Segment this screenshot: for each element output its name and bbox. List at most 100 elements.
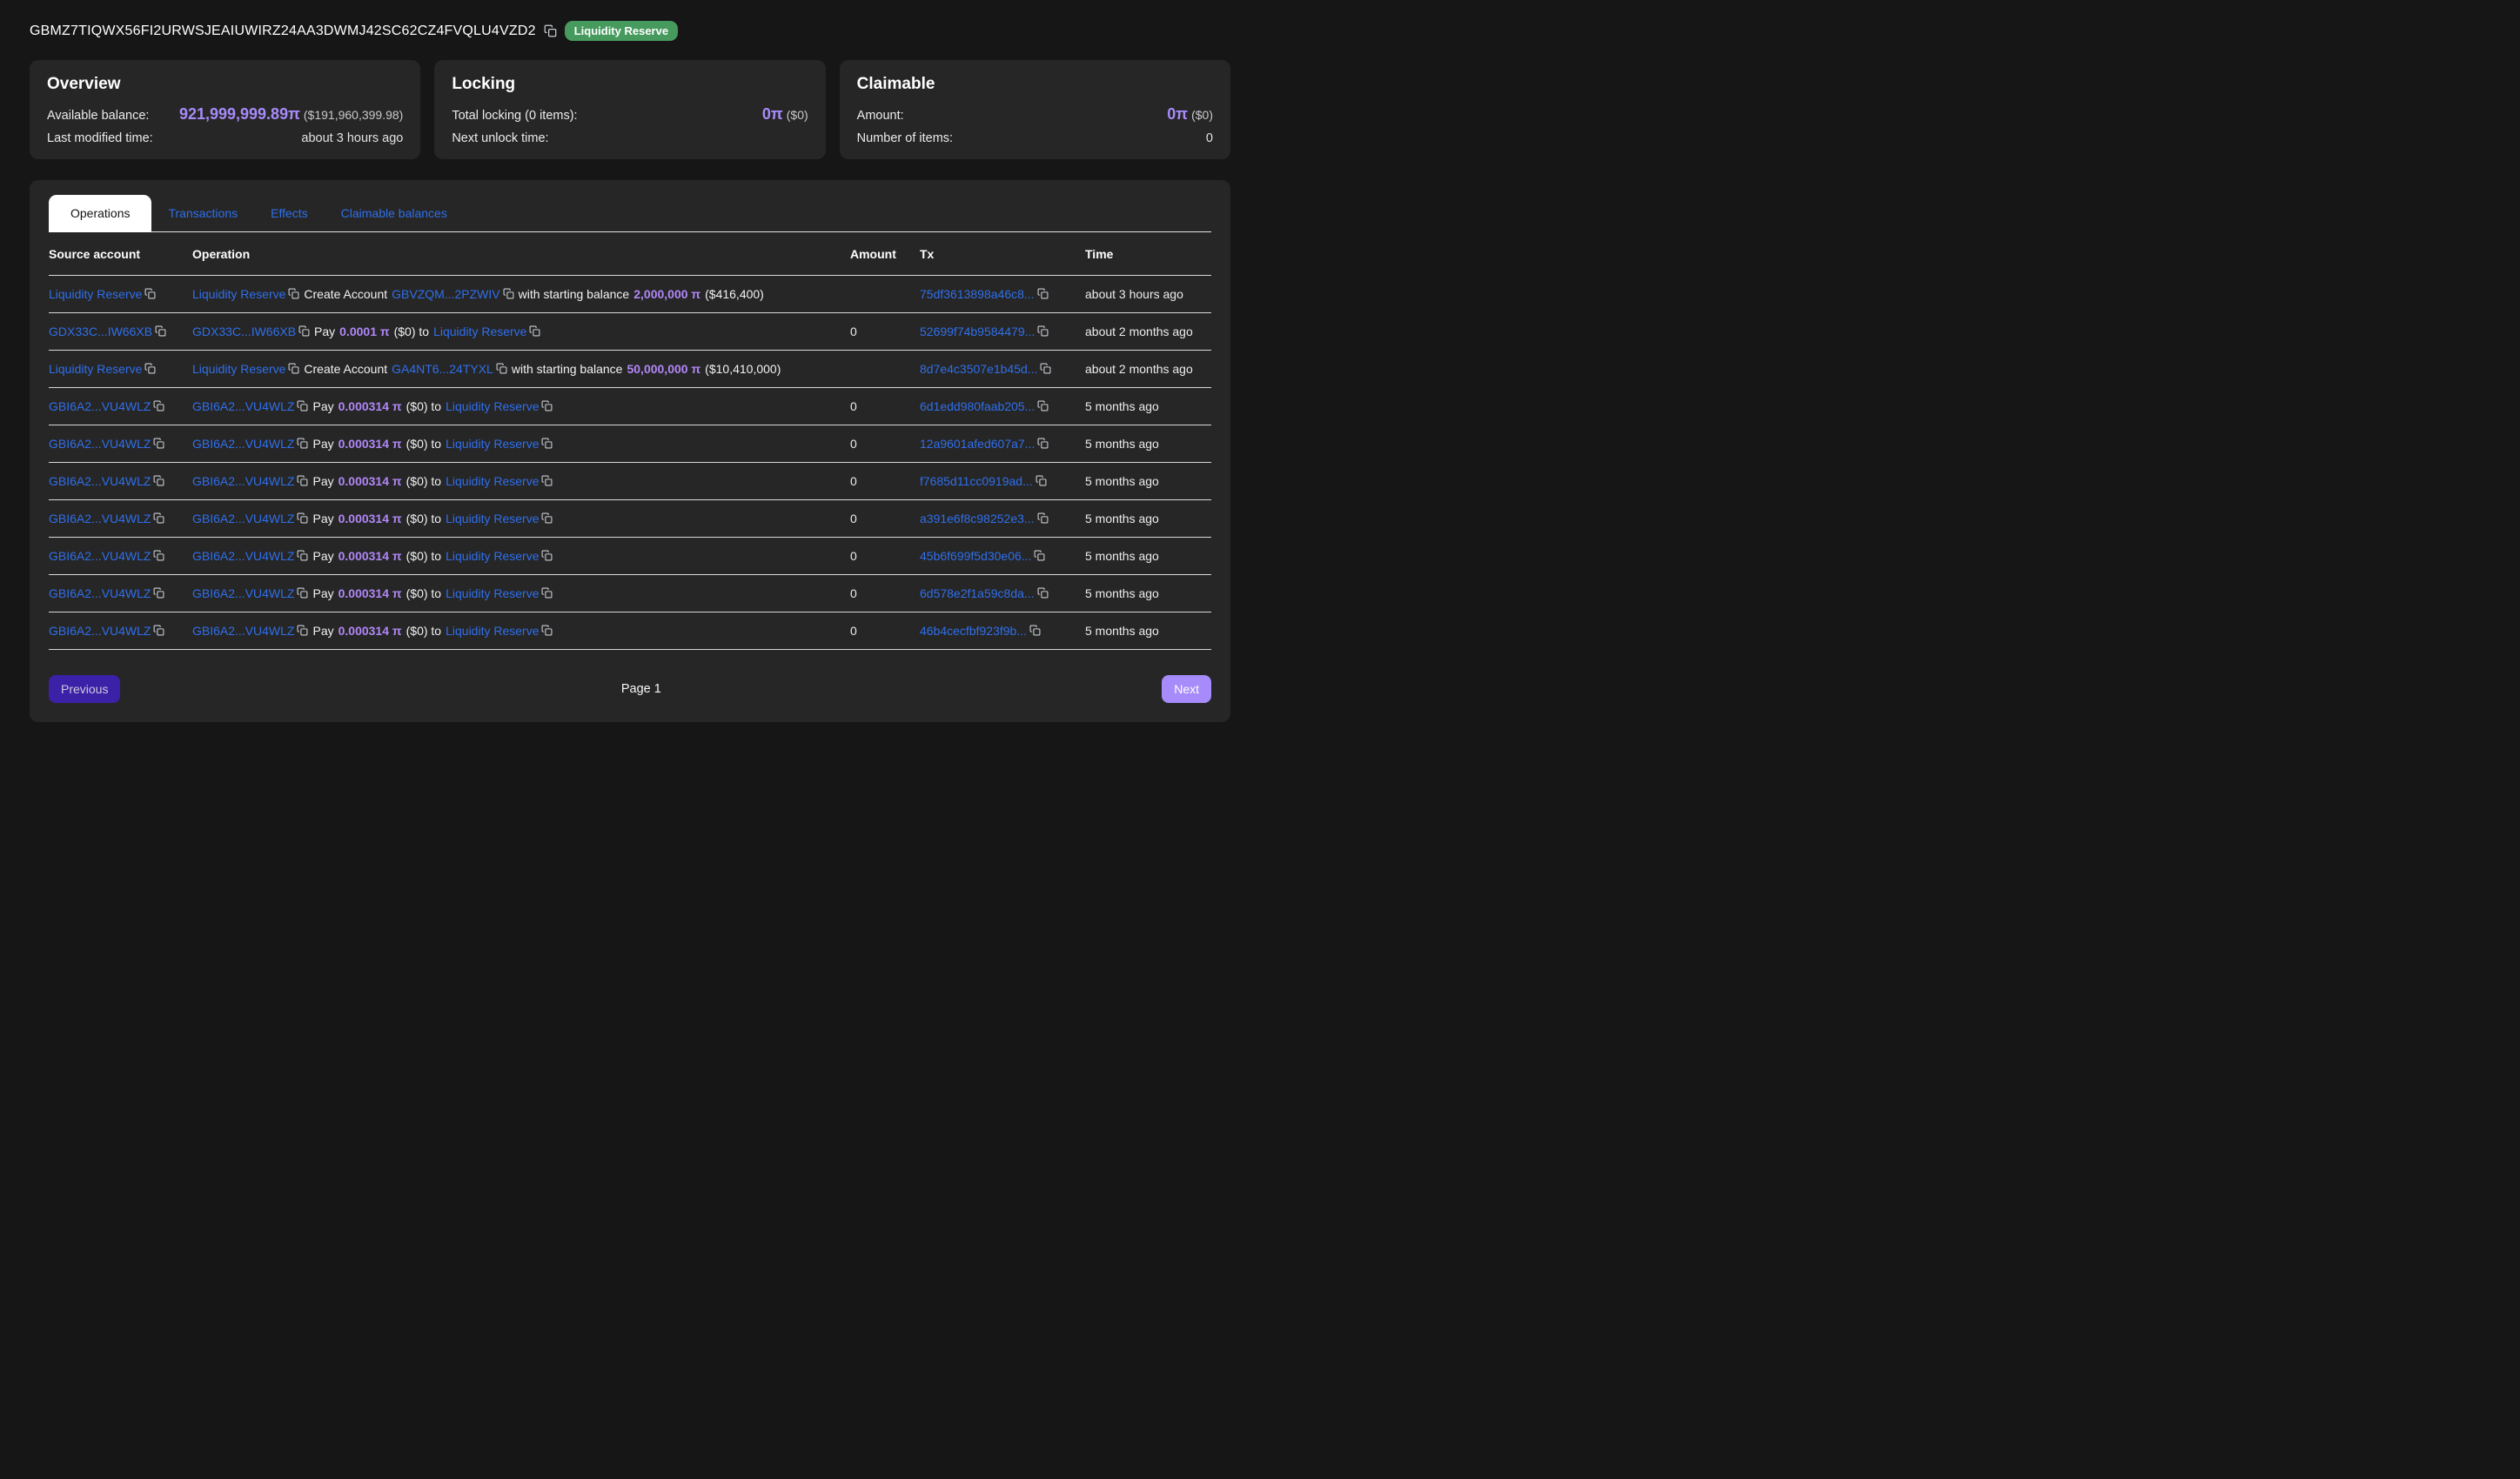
account-link[interactable]: GDX33C...IW66XB xyxy=(192,325,296,338)
account-link[interactable]: Liquidity Reserve xyxy=(446,474,539,488)
account-link[interactable]: Liquidity Reserve xyxy=(446,399,539,413)
copy-icon[interactable] xyxy=(1040,363,1051,374)
tx-hash-link[interactable]: 52699f74b9584479... xyxy=(920,325,1035,338)
copy-icon[interactable] xyxy=(297,512,308,524)
copy-icon[interactable] xyxy=(155,325,166,337)
copy-icon[interactable] xyxy=(541,475,553,486)
account-link[interactable]: GA4NT6...24TYXL xyxy=(392,362,493,376)
tx-hash-link[interactable]: 46b4cecfbf923f9b... xyxy=(920,624,1027,638)
source-account-link[interactable]: GBI6A2...VU4WLZ xyxy=(49,512,151,525)
copy-icon[interactable] xyxy=(153,512,164,524)
copy-icon[interactable] xyxy=(541,587,553,599)
copy-icon[interactable] xyxy=(297,400,308,412)
copy-icon[interactable] xyxy=(503,288,514,299)
copy-icon[interactable] xyxy=(298,325,310,337)
copy-icon[interactable] xyxy=(1037,438,1049,449)
account-link[interactable]: Liquidity Reserve xyxy=(446,512,539,525)
copy-icon[interactable] xyxy=(153,475,164,486)
account-link[interactable]: GBI6A2...VU4WLZ xyxy=(192,549,294,563)
copy-icon[interactable] xyxy=(544,24,557,37)
source-account-link[interactable]: GBI6A2...VU4WLZ xyxy=(49,399,151,413)
table-row: GBI6A2...VU4WLZGBI6A2...VU4WLZPay0.00031… xyxy=(49,388,1211,425)
table-row: GBI6A2...VU4WLZGBI6A2...VU4WLZPay0.00031… xyxy=(49,500,1211,538)
account-link[interactable]: Liquidity Reserve xyxy=(192,287,285,301)
source-account-link[interactable]: Liquidity Reserve xyxy=(49,362,142,376)
source-account-link[interactable]: GDX33C...IW66XB xyxy=(49,325,152,338)
copy-icon[interactable] xyxy=(541,400,553,412)
tx-hash-link[interactable]: 8d7e4c3507e1b45d... xyxy=(920,362,1037,376)
copy-icon[interactable] xyxy=(541,550,553,561)
copy-icon[interactable] xyxy=(153,625,164,636)
tab-claimable-balances[interactable]: Claimable balances xyxy=(325,195,464,231)
copy-icon[interactable] xyxy=(541,512,553,524)
copy-icon[interactable] xyxy=(297,438,308,449)
copy-icon[interactable] xyxy=(496,363,507,374)
copy-icon[interactable] xyxy=(288,363,299,374)
tx-hash-link[interactable]: 45b6f699f5d30e06... xyxy=(920,549,1031,563)
copy-icon[interactable] xyxy=(529,325,540,337)
previous-button[interactable]: Previous xyxy=(49,675,120,703)
account-link[interactable]: GBI6A2...VU4WLZ xyxy=(192,399,294,413)
operation-cell: GBI6A2...VU4WLZPay0.000314 π($0) toLiqui… xyxy=(192,538,850,575)
account-link[interactable]: GBI6A2...VU4WLZ xyxy=(192,512,294,525)
copy-icon[interactable] xyxy=(1037,587,1049,599)
account-link[interactable]: Liquidity Reserve xyxy=(433,325,526,338)
copy-icon[interactable] xyxy=(297,625,308,636)
account-link[interactable]: Liquidity Reserve xyxy=(192,362,285,376)
copy-icon[interactable] xyxy=(1035,475,1047,486)
account-address: GBMZ7TIQWX56FI2URWSJEAIUWIRZ24AA3DWMJ42S… xyxy=(30,23,536,39)
copy-icon[interactable] xyxy=(1037,325,1049,337)
copy-icon[interactable] xyxy=(1034,550,1045,561)
tx-hash-link[interactable]: 6d578e2f1a59c8da... xyxy=(920,586,1035,600)
account-link[interactable]: GBI6A2...VU4WLZ xyxy=(192,437,294,451)
copy-icon[interactable] xyxy=(153,438,164,449)
copy-icon[interactable] xyxy=(153,550,164,561)
claimable-amount-pi: 0π xyxy=(1167,105,1188,123)
copy-icon[interactable] xyxy=(1037,288,1049,299)
copy-icon[interactable] xyxy=(1037,400,1049,412)
copy-icon[interactable] xyxy=(144,363,156,374)
copy-icon[interactable] xyxy=(144,288,156,299)
tab-operations[interactable]: Operations xyxy=(49,195,151,232)
tx-hash-link[interactable]: 12a9601afed607a7... xyxy=(920,437,1035,451)
copy-icon[interactable] xyxy=(297,475,308,486)
time-cell: 5 months ago xyxy=(1085,575,1211,612)
operation-text: ($0) to xyxy=(406,474,441,488)
source-account-link[interactable]: GBI6A2...VU4WLZ xyxy=(49,474,151,488)
pi-amount: 0.000314 π xyxy=(338,624,402,638)
tab-transactions[interactable]: Transactions xyxy=(151,195,254,231)
source-account-link[interactable]: GBI6A2...VU4WLZ xyxy=(49,624,151,638)
tab-effects[interactable]: Effects xyxy=(254,195,325,231)
tx-hash-link[interactable]: a391e6f8c98252e3... xyxy=(920,512,1035,525)
copy-icon[interactable] xyxy=(1029,625,1041,636)
copy-icon[interactable] xyxy=(541,625,553,636)
account-link[interactable]: Liquidity Reserve xyxy=(446,624,539,638)
account-link[interactable]: Liquidity Reserve xyxy=(446,586,539,600)
source-account-link[interactable]: GBI6A2...VU4WLZ xyxy=(49,586,151,600)
tx-hash-link-wrap: a391e6f8c98252e3... xyxy=(920,512,1049,525)
next-button[interactable]: Next xyxy=(1162,675,1211,703)
copy-icon[interactable] xyxy=(297,550,308,561)
account-link[interactable]: GBI6A2...VU4WLZ xyxy=(192,586,294,600)
copy-icon[interactable] xyxy=(297,587,308,599)
account-link[interactable]: Liquidity Reserve xyxy=(446,437,539,451)
source-account-link[interactable]: GBI6A2...VU4WLZ xyxy=(49,437,151,451)
account-link[interactable]: GBI6A2...VU4WLZ xyxy=(192,474,294,488)
next-unlock-row: Next unlock time: xyxy=(452,131,808,145)
copy-icon[interactable] xyxy=(153,587,164,599)
account-link-wrap: GDX33C...IW66XB xyxy=(192,325,310,338)
source-account-link[interactable]: GBI6A2...VU4WLZ xyxy=(49,549,151,563)
tx-hash-link[interactable]: f7685d11cc0919ad... xyxy=(920,474,1033,488)
claimable-card-title: Claimable xyxy=(857,75,1213,94)
copy-icon[interactable] xyxy=(541,438,553,449)
copy-icon[interactable] xyxy=(153,400,164,412)
tx-hash-link[interactable]: 6d1edd980faab205... xyxy=(920,399,1035,413)
account-link[interactable]: GBI6A2...VU4WLZ xyxy=(192,624,294,638)
source-account-link-wrap: GBI6A2...VU4WLZ xyxy=(49,512,164,525)
account-link[interactable]: GBVZQM...2PZWIV xyxy=(392,287,499,301)
copy-icon[interactable] xyxy=(1037,512,1049,524)
tx-hash-link[interactable]: 75df3613898a46c8... xyxy=(920,287,1035,301)
source-account-link[interactable]: Liquidity Reserve xyxy=(49,287,142,301)
account-link[interactable]: Liquidity Reserve xyxy=(446,549,539,563)
copy-icon[interactable] xyxy=(288,288,299,299)
